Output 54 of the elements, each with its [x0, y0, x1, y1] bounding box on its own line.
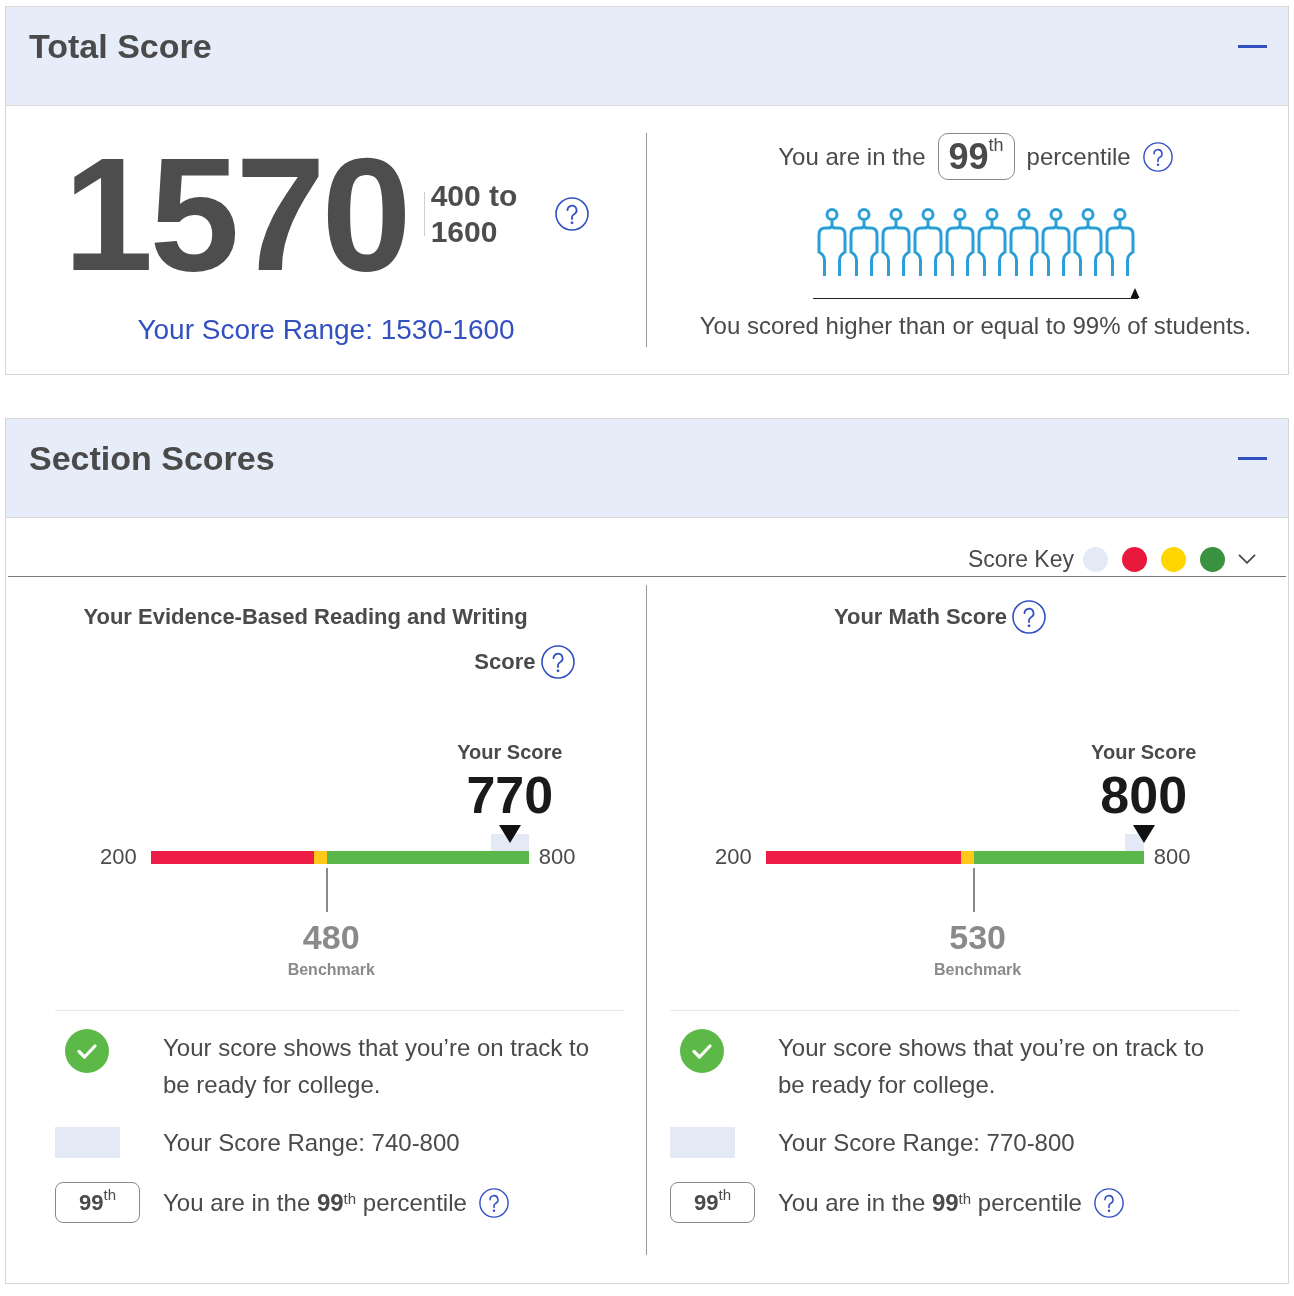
score-label: Your Score	[1091, 739, 1197, 764]
percentile-text: You are in the 99$^{th}$ percentile	[778, 1188, 1082, 1218]
card-title: Section Scores	[29, 438, 275, 478]
benchmark-value: 480	[302, 918, 360, 955]
person-icon	[1040, 208, 1071, 276]
score-value: 800	[1100, 769, 1188, 820]
person-icon	[816, 208, 847, 276]
benchmark-label: Benchmark	[934, 959, 1022, 980]
person-icon	[848, 208, 879, 276]
percentile-badge: 99$^{th}$	[670, 1182, 755, 1223]
scale-max-label: 800	[538, 844, 576, 870]
person-icon	[1104, 208, 1135, 276]
chevron-down-icon[interactable]	[1238, 554, 1256, 564]
person-icon	[1072, 208, 1103, 276]
help-icon[interactable]	[554, 197, 589, 231]
range-swatch-icon	[55, 1127, 120, 1158]
scale-max-label: 800	[1153, 844, 1191, 870]
benchmark-value: 530	[949, 918, 1006, 955]
score-label: Your Score	[457, 739, 563, 764]
scale-min-label: 200	[100, 844, 137, 870]
range-swatch-icon	[670, 1127, 735, 1158]
benchmark-label: Benchmark	[287, 959, 375, 980]
section-title: Your Evidence-Based Reading and Writing Score	[82, 603, 536, 676]
help-icon[interactable]	[1012, 600, 1047, 634]
on-track-text: Your score shows that you’re on track to be ready for college.	[163, 1033, 590, 1100]
score-range-text: Your Score Range: 1530-1600	[137, 313, 515, 347]
score-key-label: Score Key	[967, 545, 1074, 574]
percentile-badge: 99$^{th}$	[55, 1182, 140, 1223]
collapse-minus-icon[interactable]	[1238, 456, 1267, 460]
percentile-summary-text: You scored higher than or equal to 99% of students.	[699, 311, 1252, 341]
score-value: 770	[466, 769, 554, 820]
percentile-badge: 99$^{th}$	[937, 133, 1015, 180]
score-range-band	[1124, 833, 1144, 851]
percentile-text: You are in the 99$^{th}$ percentile	[163, 1188, 467, 1218]
percentile-text: percentile	[1026, 141, 1131, 172]
total-score-value: 1570	[63, 133, 408, 295]
on-track-text: Your score shows that you’re on track to be ready for college.	[778, 1033, 1205, 1100]
score-range-text: Your Score Range: 770-800	[778, 1128, 1075, 1158]
collapse-minus-icon[interactable]	[1238, 44, 1267, 48]
score-range-text: Your Score Range: 740-800	[163, 1128, 460, 1158]
person-icon	[976, 208, 1007, 276]
help-icon[interactable]	[540, 645, 575, 679]
person-icon	[944, 208, 975, 276]
section-title: Your Math Score	[833, 603, 1008, 631]
card-title: Total Score	[29, 26, 212, 66]
person-icon	[912, 208, 943, 276]
person-icon	[1008, 208, 1039, 276]
person-icon	[880, 208, 911, 276]
help-icon[interactable]	[478, 1187, 509, 1218]
percentile-text: You are in the	[778, 141, 926, 172]
help-icon[interactable]	[1142, 141, 1173, 172]
help-icon[interactable]	[1093, 1187, 1124, 1218]
scale-min-label: 200	[715, 844, 752, 870]
score-scale-text: 400 to 1600	[430, 178, 519, 250]
